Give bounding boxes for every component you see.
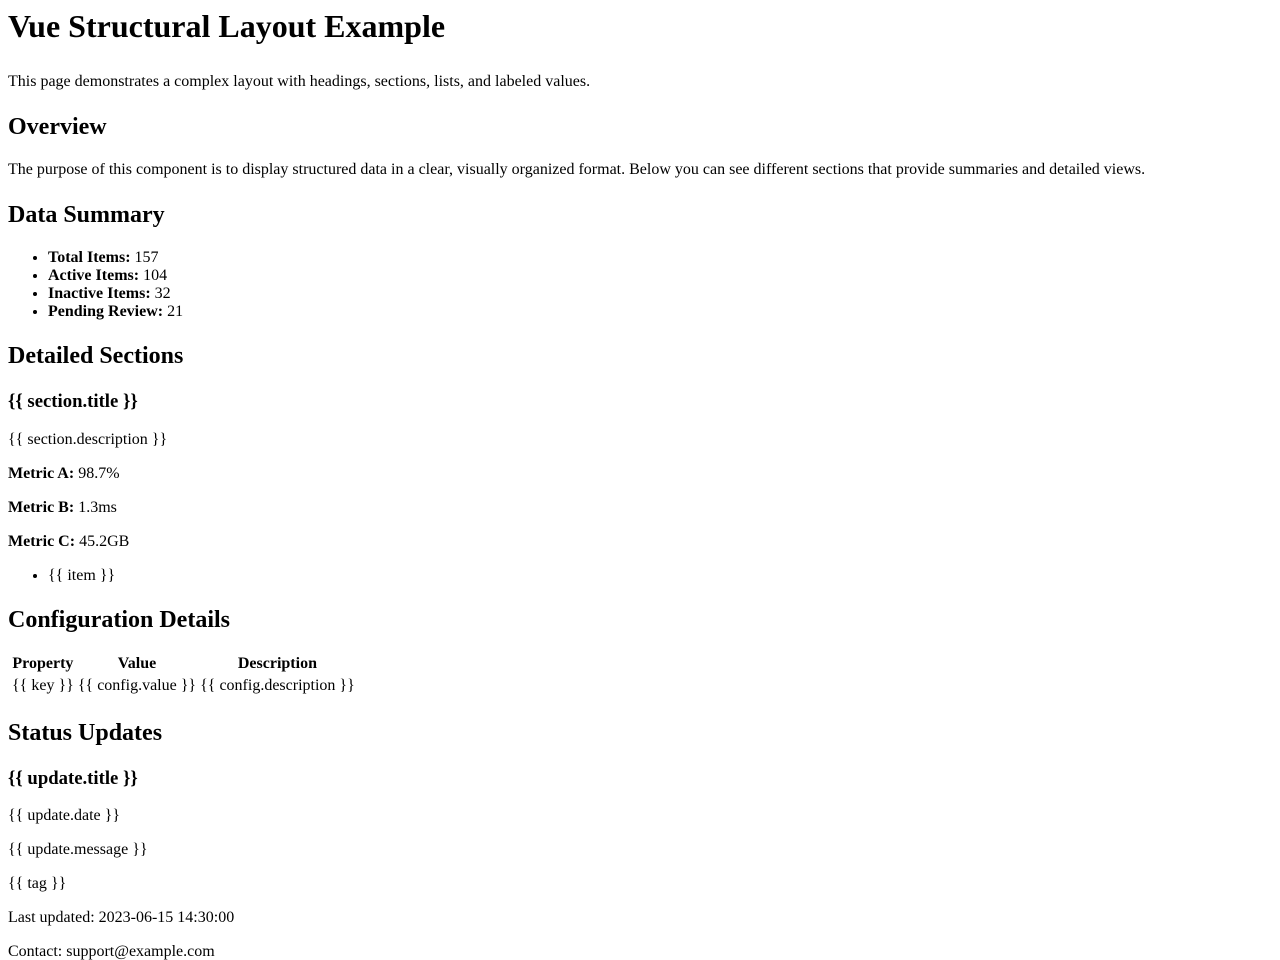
overview-heading: Overview (8, 114, 107, 140)
configuration-heading: Configuration Details (8, 607, 230, 633)
status-updates-heading: Status Updates (8, 720, 163, 746)
summary-label: Pending Review: (48, 303, 164, 320)
table-header-row: Property Value Description (11, 654, 356, 674)
metric-value: 1.3ms (78, 499, 117, 516)
summary-value: 21 (167, 303, 184, 320)
summary-value: 104 (143, 267, 168, 284)
list-item: {{ item }} (48, 567, 1272, 585)
metric-a: Metric A: 98.7% (8, 465, 1272, 483)
detailed-sections-heading: Detailed Sections (8, 343, 184, 369)
update-message: {{ update.message }} (8, 841, 148, 858)
overview-text: The purpose of this component is to disp… (8, 161, 1146, 178)
page-intro: This page demonstrates a complex layout … (8, 73, 591, 90)
data-summary-heading: Data Summary (8, 202, 165, 228)
summary-value: 32 (154, 285, 171, 302)
contact-email: support@example.com (66, 943, 215, 960)
column-header-property: Property (12, 655, 74, 672)
table-cell: {{ config.description }} (200, 677, 355, 694)
update-title: {{ update.title }} (8, 768, 138, 789)
column-header-value: Value (117, 655, 157, 672)
contact: Contact: support@example.com (8, 943, 1272, 960)
table-cell: {{ key }} (12, 677, 74, 694)
last-updated: Last updated: 2023-06-15 14:30:00 (8, 909, 1272, 927)
section-items-list: {{ item }} (8, 567, 1272, 585)
last-updated-value: 2023-06-15 14:30:00 (98, 909, 235, 926)
metric-label: Metric C: (8, 533, 76, 550)
update-tag: {{ tag }} (8, 875, 67, 892)
metric-value: 45.2GB (79, 533, 130, 550)
summary-label: Inactive Items: (48, 285, 151, 302)
contact-label: Contact: (8, 943, 63, 960)
configuration-table: Property Value Description {{ key }} {{ … (9, 652, 358, 698)
summary-item-total: Total Items: 157 (48, 249, 1272, 267)
metric-c: Metric C: 45.2GB (8, 533, 1272, 551)
section-description: {{ section.description }} (8, 431, 168, 448)
metric-label: Metric A: (8, 465, 75, 482)
summary-item-inactive: Inactive Items: 32 (48, 285, 1272, 303)
summary-item-active: Active Items: 104 (48, 267, 1272, 285)
metric-label: Metric B: (8, 499, 75, 516)
data-summary-list: Total Items: 157 Active Items: 104 Inact… (8, 249, 1272, 321)
table-cell: {{ config.value }} (77, 677, 197, 694)
last-updated-label: Last updated: (8, 909, 95, 926)
summary-item-pending: Pending Review: 21 (48, 303, 1272, 321)
section-title: {{ section.title }} (8, 391, 138, 412)
table-row: {{ key }} {{ config.value }} {{ config.d… (11, 676, 356, 696)
summary-label: Total Items: (48, 249, 131, 266)
column-header-description: Description (237, 655, 317, 672)
metric-value: 98.7% (78, 465, 120, 482)
page-title: Vue Structural Layout Example (8, 8, 446, 44)
summary-label: Active Items: (48, 267, 140, 284)
summary-value: 157 (134, 249, 159, 266)
update-date: {{ update.date }} (8, 807, 121, 824)
metric-b: Metric B: 1.3ms (8, 499, 1272, 517)
